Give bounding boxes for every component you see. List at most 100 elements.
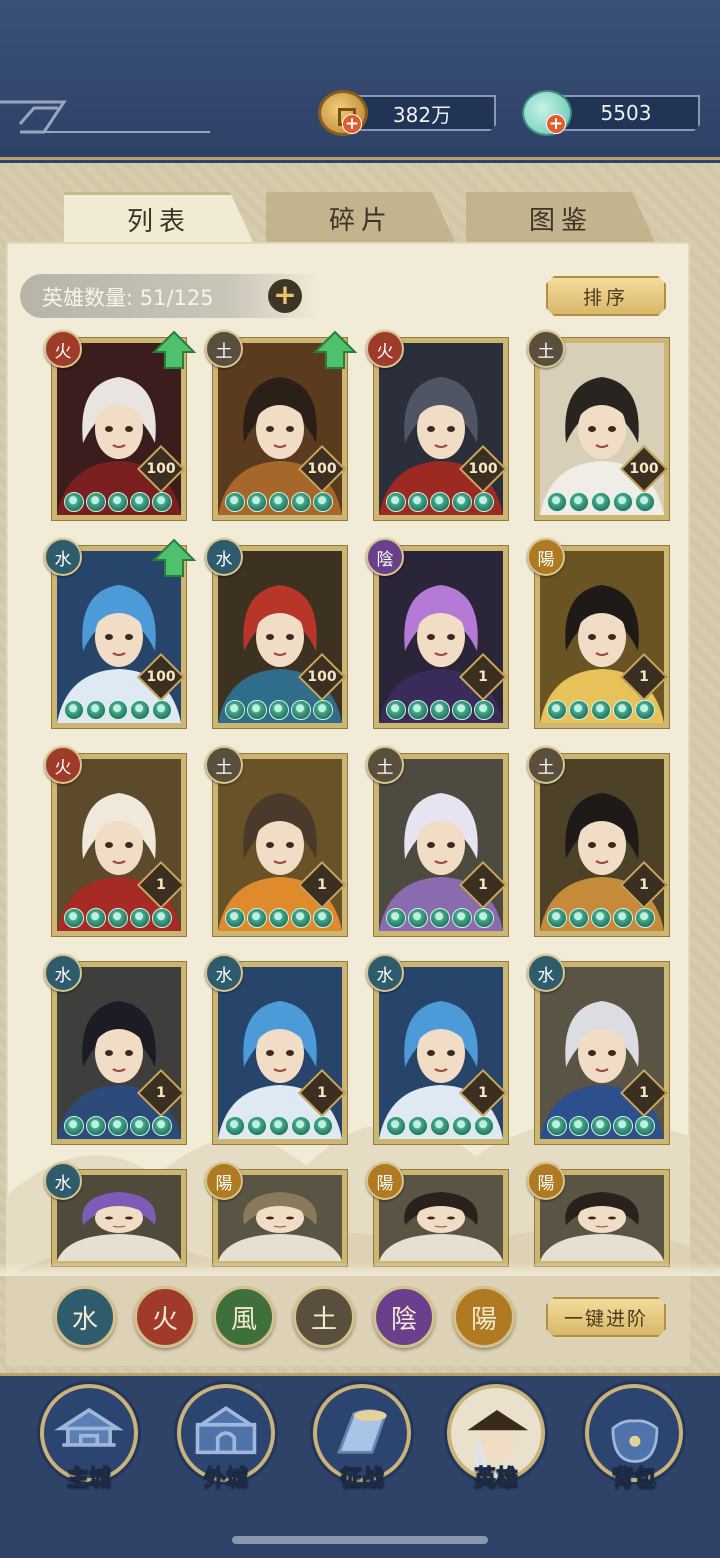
- jade-star-icon: [408, 1116, 428, 1136]
- jade-star-icon: [613, 700, 633, 720]
- element-badge-icon: 水: [527, 954, 565, 992]
- jade-star-icon: [569, 700, 589, 720]
- jade-star-row: [386, 908, 494, 928]
- element-badge-icon: 土: [366, 746, 404, 784]
- jade-star-row: [64, 492, 172, 512]
- add-jade-button[interactable]: +: [546, 114, 566, 134]
- jade-star-icon: [130, 1116, 150, 1136]
- element-badge-icon: 水: [44, 954, 82, 992]
- nav-label: 背包: [611, 1466, 656, 1492]
- element-badge-icon: 水: [44, 1162, 82, 1200]
- jade-star-icon: [225, 1116, 245, 1136]
- hero-card[interactable]: 土 100: [205, 330, 357, 520]
- home-indicator: [232, 1536, 488, 1544]
- jade-star-icon: [386, 908, 406, 928]
- jade-star-row: [547, 1116, 655, 1136]
- jade-star-icon: [474, 700, 494, 720]
- jade-star-icon: [547, 492, 567, 512]
- jade-star-icon: [452, 700, 472, 720]
- hero-card[interactable]: 陽: [366, 1162, 508, 1266]
- hero-card[interactable]: 水1: [44, 954, 186, 1144]
- hero-card[interactable]: 陰1: [366, 538, 508, 728]
- hero-card[interactable]: 土1: [527, 746, 669, 936]
- element-badge-icon: 火: [44, 746, 82, 784]
- jade-star-icon: [313, 908, 333, 928]
- jade-star-icon: [430, 908, 450, 928]
- hero-card[interactable]: 火1: [44, 746, 186, 936]
- hero-card[interactable]: 水1: [527, 954, 669, 1144]
- element-badge-icon: 陽: [205, 1162, 243, 1200]
- nav-label: 外城: [203, 1466, 248, 1492]
- element-filter-button[interactable]: 土: [293, 1286, 355, 1348]
- tab-fragments[interactable]: 碎片: [266, 192, 456, 244]
- jade-star-icon: [408, 700, 428, 720]
- level-value: 1: [156, 877, 166, 893]
- nav-label: 征战: [339, 1466, 384, 1492]
- jade-star-row: [547, 492, 655, 512]
- jade-star-icon: [430, 700, 450, 720]
- tab-codex[interactable]: 图鉴: [466, 192, 656, 244]
- jade-star-icon: [591, 908, 611, 928]
- hero-card[interactable]: 土 100: [527, 330, 669, 520]
- tab-list[interactable]: 列表: [64, 192, 254, 244]
- jade-star-row: [547, 908, 655, 928]
- hero-card[interactable]: 水1: [366, 954, 508, 1144]
- jade-star-icon: [247, 1116, 267, 1136]
- hero-card[interactable]: 水 100: [44, 538, 196, 728]
- jade-star-icon: [635, 492, 655, 512]
- jade-star-row: [386, 1116, 494, 1136]
- element-badge-icon: 火: [366, 330, 404, 368]
- hero-card[interactable]: 火 100: [44, 330, 196, 520]
- jade-star-icon: [225, 492, 245, 512]
- level-value: 1: [478, 877, 488, 893]
- level-value: 1: [639, 669, 649, 685]
- element-filter-button[interactable]: 陽: [453, 1286, 515, 1348]
- one-click-advance-button[interactable]: 一键进阶: [546, 1297, 666, 1337]
- hero-card[interactable]: 土1: [205, 746, 347, 936]
- jade-star-row: [225, 492, 333, 512]
- element-badge-icon: 陰: [366, 538, 404, 576]
- jade-star-icon: [247, 908, 267, 928]
- hero-card[interactable]: 陽1: [527, 538, 669, 728]
- jade-star-icon: [313, 1116, 333, 1136]
- add-coins-button[interactable]: +: [342, 114, 362, 134]
- hero-card[interactable]: 水 100: [205, 538, 347, 728]
- jade-star-icon: [635, 908, 655, 928]
- jade-star-icon: [474, 1116, 494, 1136]
- element-filter-button[interactable]: 陰: [373, 1286, 435, 1348]
- element-badge-icon: 水: [44, 538, 82, 576]
- element-filter-button[interactable]: 水: [54, 1286, 116, 1348]
- jade-star-icon: [269, 908, 289, 928]
- sort-button[interactable]: 排序: [546, 276, 666, 316]
- level-value: 100: [629, 461, 659, 477]
- jade-star-icon: [86, 1116, 106, 1136]
- element-filter-button[interactable]: 風: [213, 1286, 275, 1348]
- jade-star-icon: [130, 700, 150, 720]
- jade-star-icon: [152, 700, 172, 720]
- hero-card[interactable]: 土1: [366, 746, 508, 936]
- nav-label: 主城: [66, 1466, 111, 1492]
- element-filter-button[interactable]: 火: [134, 1286, 196, 1348]
- jade-star-icon: [64, 492, 84, 512]
- level-value: 1: [317, 877, 327, 893]
- element-badge-icon: 火: [44, 330, 82, 368]
- jade-star-row: [64, 1116, 172, 1136]
- hero-card[interactable]: 火 100: [366, 330, 508, 520]
- jade-star-row: [225, 1116, 333, 1136]
- hero-card[interactable]: 水: [44, 1162, 186, 1266]
- jade-star-icon: [64, 700, 84, 720]
- jade-star-icon: [430, 1116, 450, 1136]
- level-value: 100: [468, 461, 498, 477]
- jade-star-icon: [64, 908, 84, 928]
- hero-card[interactable]: 陽: [527, 1162, 669, 1266]
- expand-hero-slots-button[interactable]: +: [268, 279, 302, 313]
- element-badge-icon: 土: [527, 330, 565, 368]
- hero-card[interactable]: 水1: [205, 954, 347, 1144]
- hero-card[interactable]: 陽: [205, 1162, 347, 1266]
- jade-star-icon: [152, 908, 172, 928]
- jade-star-icon: [547, 1116, 567, 1136]
- hero-count-label: 英雄数量: 51/125: [42, 286, 214, 310]
- jade-star-icon: [313, 700, 333, 720]
- jade-star-icon: [635, 700, 655, 720]
- jade-star-icon: [547, 700, 567, 720]
